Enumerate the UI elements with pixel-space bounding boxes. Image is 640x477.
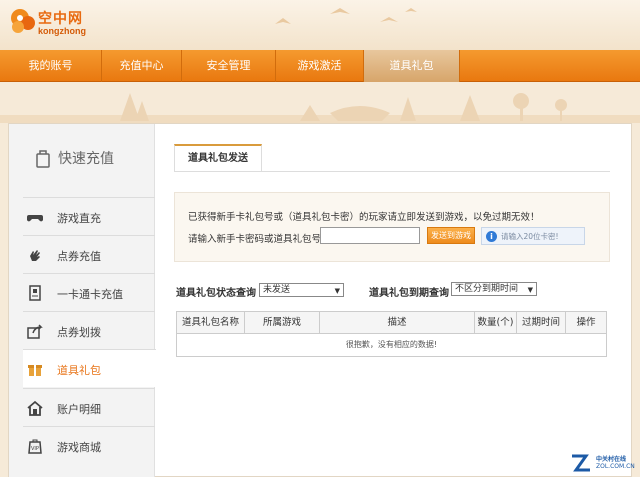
- sidebar-item-label: 点券划拨: [57, 326, 101, 339]
- send-to-game-button[interactable]: 发送到游戏: [427, 227, 475, 244]
- column-header: 操作: [576, 317, 596, 328]
- expiry-filter-value: 不区分到期时间: [455, 284, 519, 294]
- notice-text: 已获得新手卡礼包号或（道具礼包卡密）的玩家请立即发送到游戏，以免过期无效！: [188, 212, 540, 223]
- sidebar-item-card-recharge[interactable]: 一卡通卡充值: [23, 273, 155, 311]
- sidebar-item-label: 点券充值: [57, 250, 101, 263]
- gamepad-icon: [27, 215, 43, 222]
- nav-item-items-gifts[interactable]: 道具礼包: [364, 50, 460, 82]
- kongzhong-logo[interactable]: 空中网 kongzhong: [8, 6, 92, 38]
- gift-icon: [28, 365, 42, 376]
- sidebar-item-label: 账户明细: [57, 403, 101, 416]
- dropdown-arrow-icon: ▼: [527, 286, 533, 294]
- tab-divider: [174, 171, 610, 172]
- hint-text: 请输入20位卡密!: [501, 232, 559, 241]
- site-header: 空中网 kongzhong: [0, 0, 640, 50]
- decorative-scenery: [0, 83, 640, 123]
- status-filter-label: 道具礼包状态查询: [176, 288, 256, 299]
- zol-logo-icon: [572, 454, 590, 472]
- sidebar: 快速充值 游戏直充 点券充值 一卡通卡充值 点券划拨 道具礼包 账户明细 VIP…: [9, 124, 156, 477]
- gift-table: 道具礼包名称 所属游戏 描述 数量(个) 过期时间 操作 很抱歉，没有相应的数据…: [176, 311, 607, 357]
- sidebar-item-game-mall[interactable]: VIP 游戏商城: [23, 426, 155, 464]
- column-header: 过期时间: [517, 312, 566, 333]
- expiry-filter-select[interactable]: 不区分到期时间 ▼: [451, 282, 537, 296]
- info-icon: i: [486, 231, 497, 242]
- watermark-line1: 中关村在线: [596, 456, 627, 463]
- watermark-line2: ZOL.COM.CN: [596, 463, 635, 470]
- code-input-label: 请输入新手卡密码或道具礼包号: [188, 234, 322, 245]
- wallet-bag-icon: [36, 150, 50, 168]
- sidebar-item-label: 游戏商城: [57, 441, 101, 454]
- status-filter-select[interactable]: 未发送 ▼: [259, 283, 344, 297]
- logo-mark-icon: [11, 9, 35, 33]
- zol-watermark: 中关村在线 ZOL.COM.CN: [570, 452, 635, 474]
- dropdown-arrow-icon: ▼: [334, 287, 340, 295]
- decorative-birds-icon: [275, 8, 417, 24]
- sidebar-item-label: 游戏直充: [57, 212, 101, 225]
- svg-text:VIP: VIP: [31, 446, 39, 452]
- nav-item-game-activation[interactable]: 游戏激活: [276, 50, 364, 82]
- tab-items-gift-send[interactable]: 道具礼包发送: [174, 144, 262, 172]
- sidebar-title-text: 快速充值: [58, 151, 114, 167]
- nav-item-my-account[interactable]: 我的账号: [0, 50, 102, 82]
- sidebar-item-label: 道具礼包: [57, 364, 101, 377]
- vip-bag-icon: VIP: [28, 439, 42, 454]
- column-header: 描述: [320, 312, 475, 333]
- sidebar-item-coupon-transfer[interactable]: 点券划拨: [23, 311, 155, 349]
- nav-item-security[interactable]: 安全管理: [182, 50, 276, 82]
- gift-code-input[interactable]: [320, 227, 420, 244]
- hand-icon: [30, 250, 40, 261]
- column-header: 数量(个): [475, 312, 517, 333]
- home-icon: [27, 400, 43, 416]
- main-nav: 我的账号 充值中心 安全管理 游戏激活 道具礼包: [0, 50, 640, 82]
- column-header: 道具礼包名称: [177, 312, 245, 333]
- sidebar-item-label: 一卡通卡充值: [57, 288, 123, 301]
- empty-table-message: 很抱歉，没有相应的数据!: [345, 340, 438, 349]
- send-gift-box: 已获得新手卡礼包号或（道具礼包卡密）的玩家请立即发送到游戏，以免过期无效！ 请输…: [174, 192, 610, 262]
- logo-text-cn: 空中网: [38, 11, 83, 27]
- input-hint: i 请输入20位卡密!: [481, 227, 585, 245]
- status-filter-value: 未发送: [263, 285, 291, 295]
- table-header: 道具礼包名称 所属游戏 描述 数量(个) 过期时间 操作: [177, 312, 606, 334]
- column-header: 所属游戏: [245, 312, 320, 333]
- sidebar-item-items-gifts[interactable]: 道具礼包: [23, 349, 156, 387]
- logo-text-en: kongzhong: [38, 26, 86, 36]
- card-icon: [29, 285, 41, 301]
- nav-item-recharge-center[interactable]: 充值中心: [102, 50, 182, 82]
- sidebar-item-account-details[interactable]: 账户明细: [23, 388, 155, 426]
- sidebar-item-coupon-recharge[interactable]: 点券充值: [23, 235, 155, 273]
- share-icon: [27, 324, 43, 339]
- sidebar-item-game-recharge[interactable]: 游戏直充: [23, 197, 155, 235]
- expiry-filter-label: 道具礼包到期查询: [369, 288, 449, 299]
- sidebar-title: 快速充值: [9, 138, 155, 178]
